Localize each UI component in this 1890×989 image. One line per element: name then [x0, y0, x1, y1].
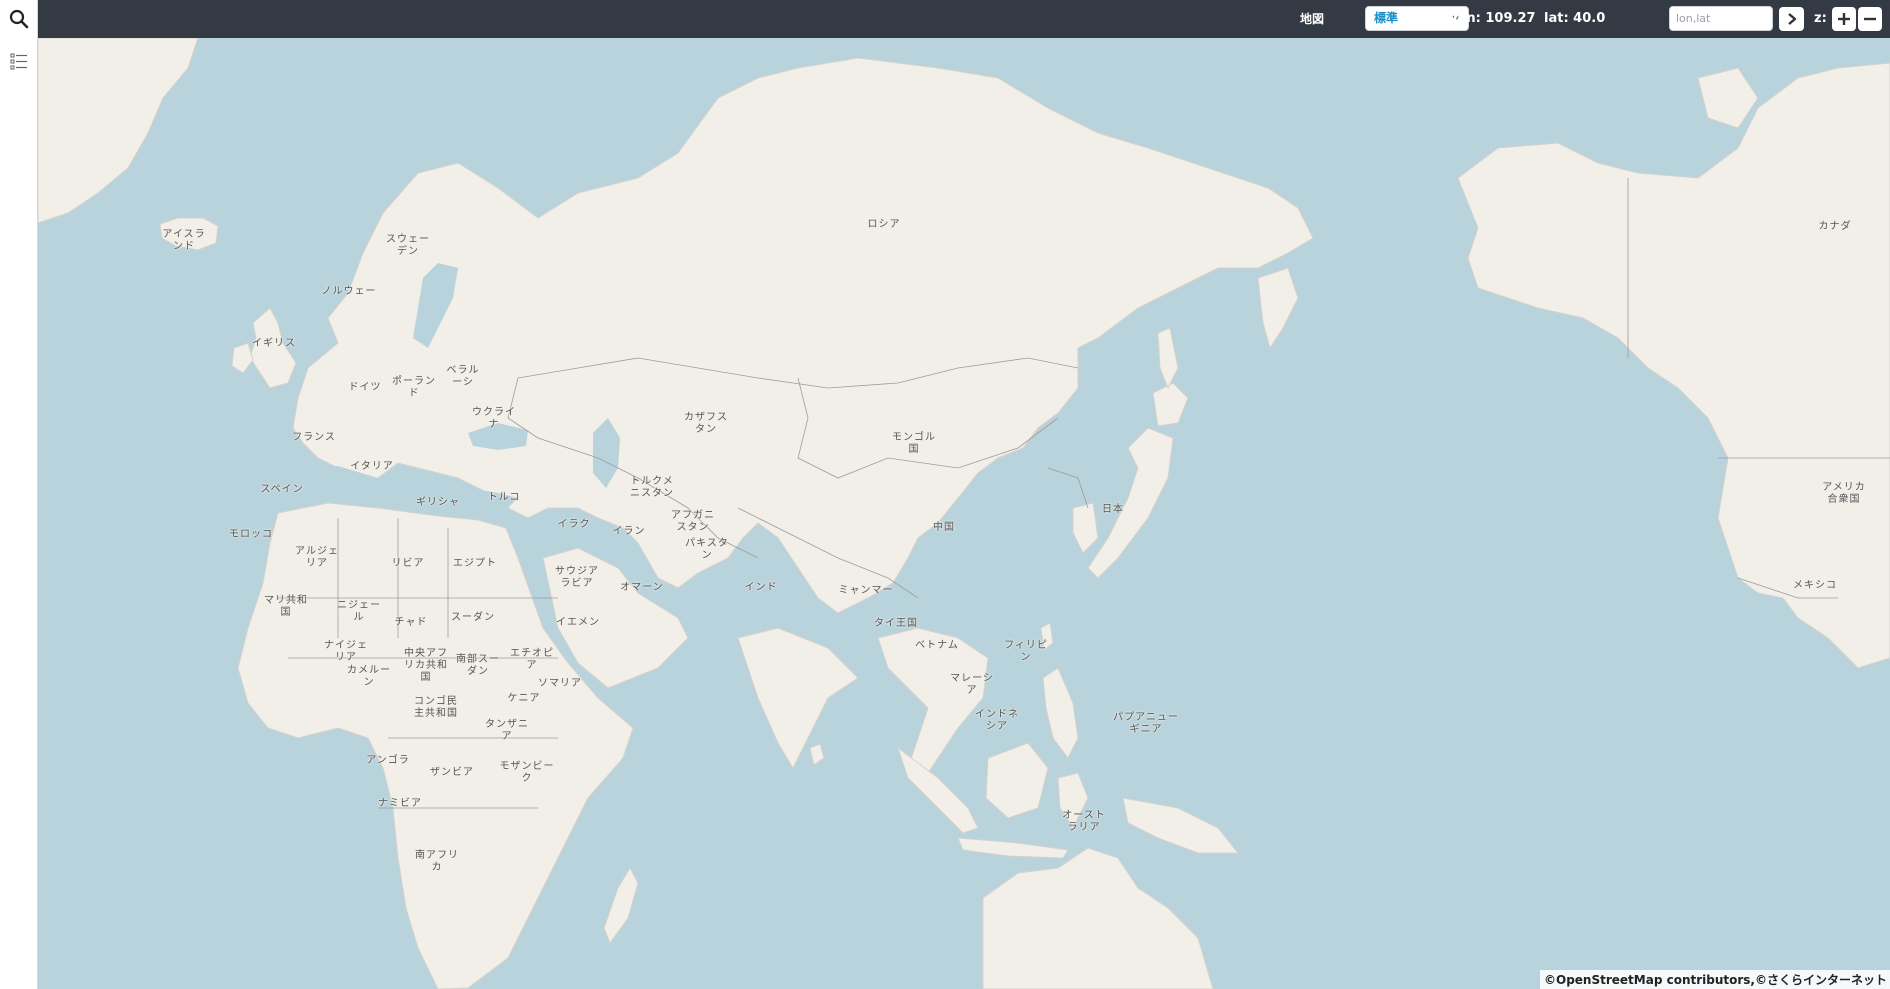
madagascar-landmass: [603, 866, 639, 945]
label-philippines: フィリピ ン: [1004, 640, 1048, 663]
label-tanzania: タンザニ ア: [485, 719, 529, 742]
india-landmass: [737, 627, 859, 770]
label-southsudan: 南部スー ダン: [456, 654, 500, 677]
java-landmass: [957, 837, 1069, 859]
label-libya: リビア: [391, 558, 425, 569]
go-button[interactable]: [1779, 7, 1804, 31]
label-malaysia: マレーシ ア: [950, 673, 994, 696]
label-canada: カナダ: [1818, 221, 1852, 232]
sidebar: [0, 0, 38, 989]
label-zambia: ザンビア: [430, 767, 474, 778]
layer-list-button[interactable]: [0, 42, 38, 80]
label-mozambique: モザンビー ク: [499, 761, 555, 784]
label-usa: アメリカ 合衆国: [1822, 482, 1866, 505]
label-afghanistan: アフガニ スタン: [671, 510, 715, 533]
label-china: 中国: [933, 522, 955, 533]
label-ethiopia: エチオピ ア: [510, 648, 554, 671]
label-thailand: タイ王国: [874, 618, 918, 629]
label-iraq: イラク: [557, 519, 591, 530]
map-type-label: 地図: [1300, 12, 1325, 26]
label-iceland: アイスラ ンド: [162, 229, 206, 252]
label-algeria: アルジェ リア: [295, 546, 339, 569]
label-turkey: トルコ: [487, 492, 521, 503]
label-india: インド: [744, 582, 778, 593]
kamchatka-landmass: [1257, 267, 1299, 350]
label-car: 中央アフ リカ共和 国: [404, 648, 448, 683]
label-germany: ドイツ: [348, 382, 382, 393]
search-icon: [9, 9, 29, 29]
map-basemap: [38, 38, 1890, 989]
search-button[interactable]: [0, 0, 38, 38]
arctic-islands: [1697, 67, 1759, 129]
label-egypt: エジプト: [453, 558, 497, 569]
label-myanmar: ミャンマー: [838, 585, 894, 596]
label-australia: オースト ラリア: [1062, 810, 1106, 833]
label-somalia: ソマリア: [538, 678, 582, 689]
japan-landmass: [1087, 427, 1174, 579]
label-japan: 日本: [1102, 504, 1124, 515]
philippines-landmass: [1042, 667, 1079, 759]
label-niger: ニジェー ル: [337, 600, 381, 623]
label-belarus: ベラル ーシ: [446, 365, 480, 388]
label-poland: ポーラン ド: [392, 376, 436, 399]
label-norway: ノルウェー: [321, 286, 377, 297]
zoom-in-button[interactable]: [1832, 7, 1856, 31]
label-sweden: スウェー デン: [386, 234, 430, 257]
label-kazakhstan: カザフス タン: [684, 412, 728, 435]
label-vietnam: ベトナム: [915, 640, 959, 651]
map-attribution[interactable]: ©OpenStreetMap contributors,©さくらインターネット: [1540, 970, 1890, 989]
label-russia: ロシア: [867, 219, 901, 230]
label-namibia: ナミビア: [378, 798, 422, 809]
list-icon: [10, 53, 27, 70]
chevron-right-icon: [1787, 13, 1796, 25]
label-saudi: サウジア ラビア: [555, 566, 599, 589]
label-cameroon: カメルー ン: [347, 665, 391, 688]
label-pakistan: パキスタ ン: [685, 538, 729, 561]
label-indonesia: インドネ シア: [975, 709, 1019, 732]
label-uk: イギリス: [252, 338, 296, 349]
indochina-landmass: [877, 627, 989, 789]
label-turkmenistan: トルクメ ニスタン: [630, 476, 674, 499]
label-mongolia: モンゴル 国: [892, 432, 936, 455]
label-spain: スペイン: [260, 484, 304, 495]
map-canvas[interactable]: アイスラ ンド スウェー デン ノルウェー イギリス ドイツ ポーラン ド ベラ…: [38, 38, 1890, 989]
label-southafrica: 南アフリ カ: [415, 850, 459, 873]
label-yemen: イエメン: [556, 617, 600, 628]
plus-icon: [1838, 13, 1850, 25]
srilanka-landmass: [809, 743, 825, 766]
zoom-out-button[interactable]: [1858, 7, 1882, 31]
lat-readout: lat: 40.0: [1544, 11, 1606, 26]
label-morocco: モロッコ: [229, 529, 273, 540]
borneo-landmass: [985, 742, 1049, 819]
label-png: パプアニュー ギニア: [1113, 712, 1179, 735]
label-ukraine: ウクライ ナ: [472, 407, 516, 430]
sakhalin-landmass: [1157, 327, 1179, 390]
minus-icon: [1864, 17, 1876, 21]
label-kenya: ケニア: [507, 693, 541, 704]
label-angola: アンゴラ: [366, 755, 410, 766]
label-sudan: スーダン: [451, 612, 495, 623]
ireland-landmass: [231, 342, 254, 374]
map-type-value: 標準: [1374, 11, 1399, 25]
lonlat-input[interactable]: [1669, 6, 1773, 31]
north-america-landmass: [1457, 62, 1890, 669]
label-iran: イラン: [612, 526, 646, 537]
label-nigeria: ナイジェ リア: [324, 640, 368, 663]
australia-landmass: [982, 847, 1214, 989]
greenland-landmass: [38, 38, 199, 224]
label-chad: チャド: [394, 617, 428, 628]
label-france: フランス: [292, 432, 336, 443]
newguinea-landmass: [1122, 797, 1240, 854]
label-italy: イタリア: [350, 461, 394, 472]
label-mexico: メキシコ: [1793, 580, 1837, 591]
top-toolbar: 地図 標準 lon: 109.27 lat: 40.0 z: 3.0: [38, 0, 1890, 38]
korea-landmass: [1072, 502, 1099, 554]
label-greece: ギリシャ: [416, 497, 460, 508]
hokkaido-landmass: [1152, 382, 1189, 427]
sumatra-landmass: [897, 746, 979, 834]
lon-readout: lon: 109.27: [1453, 11, 1536, 26]
label-drc: コンゴ民 主共和国: [414, 696, 458, 719]
label-mali: マリ共和 国: [264, 595, 308, 618]
label-oman: オマーン: [620, 582, 664, 593]
